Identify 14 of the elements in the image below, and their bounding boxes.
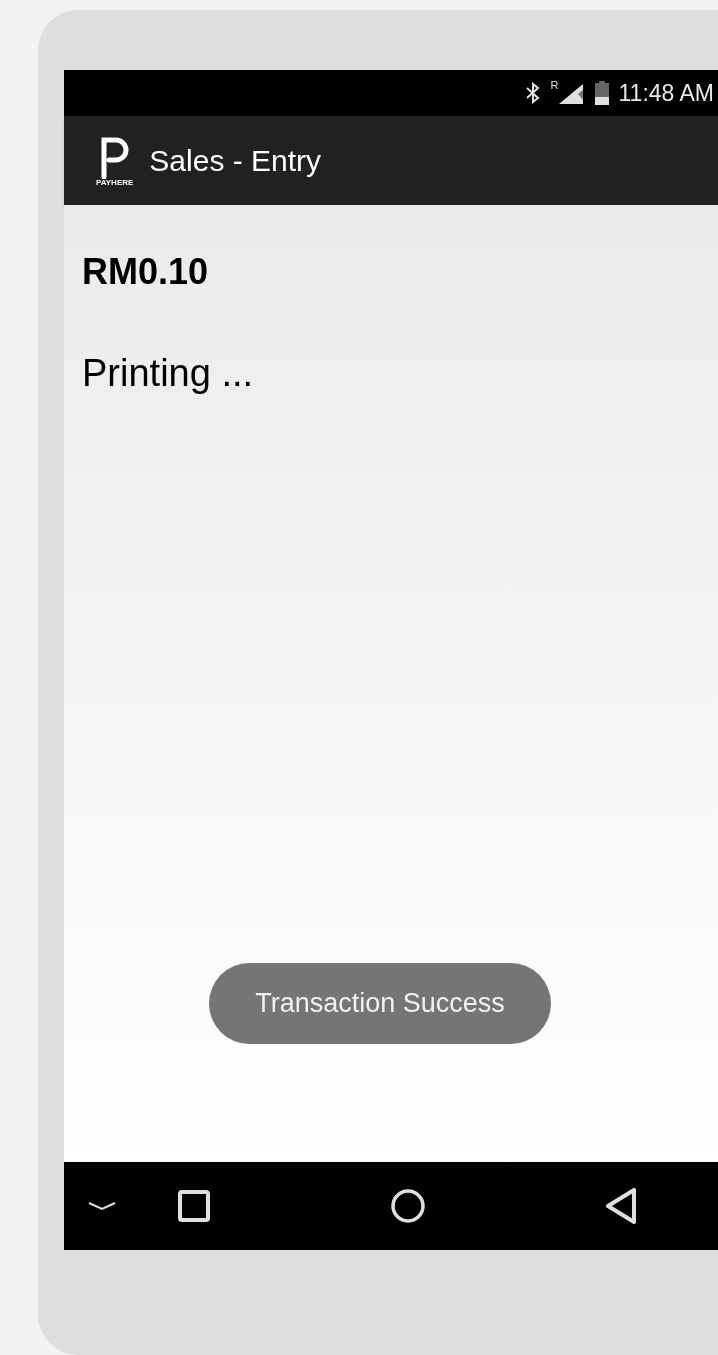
- logo-text: PAYHERE: [96, 178, 134, 187]
- signal-icon: [558, 82, 585, 104]
- back-icon[interactable]: [605, 1188, 637, 1224]
- chevron-down-icon[interactable]: [88, 1201, 116, 1211]
- battery-icon: [594, 81, 609, 105]
- status-time: 11:48 AM: [618, 78, 714, 108]
- home-icon[interactable]: [391, 1189, 425, 1223]
- recent-apps-icon[interactable]: [178, 1190, 210, 1222]
- toast-message: Transaction Success: [209, 963, 551, 1044]
- bluetooth-icon: [524, 82, 541, 104]
- app-title: Sales - Entry: [149, 143, 322, 179]
- amount-text: RM0.10: [82, 250, 210, 294]
- roaming-indicator: R: [550, 80, 559, 91]
- status-text: Printing ...: [82, 351, 255, 396]
